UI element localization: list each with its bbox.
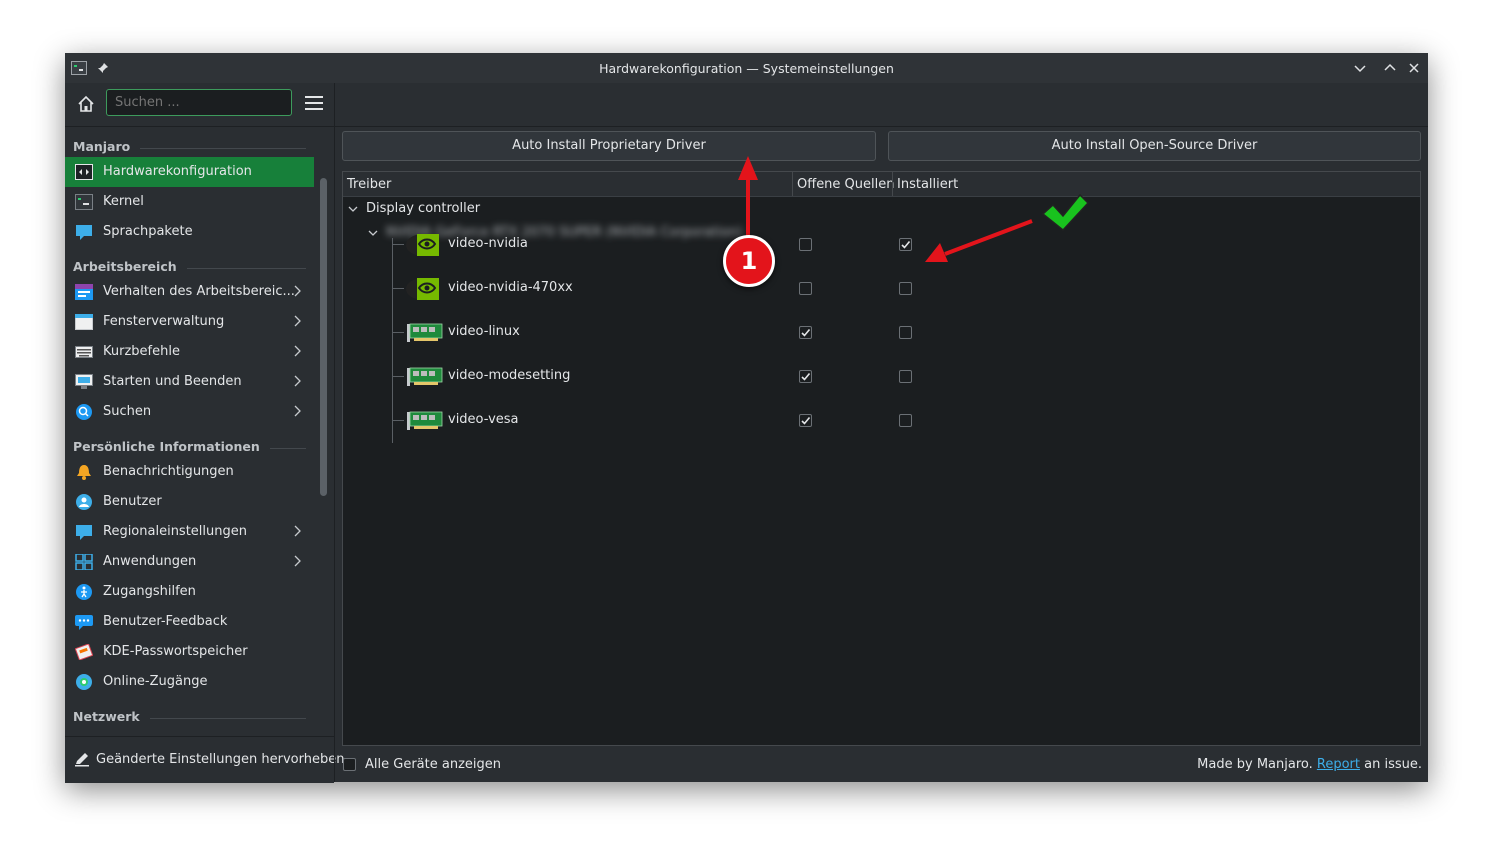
step-number-badge: 1 bbox=[723, 235, 775, 287]
arrow-to-installed-checkbox bbox=[925, 219, 1033, 262]
green-check-icon bbox=[1041, 193, 1090, 232]
annotation-overlay bbox=[738, 156, 1090, 262]
arrow-up-to-proprietary-button bbox=[738, 156, 758, 245]
